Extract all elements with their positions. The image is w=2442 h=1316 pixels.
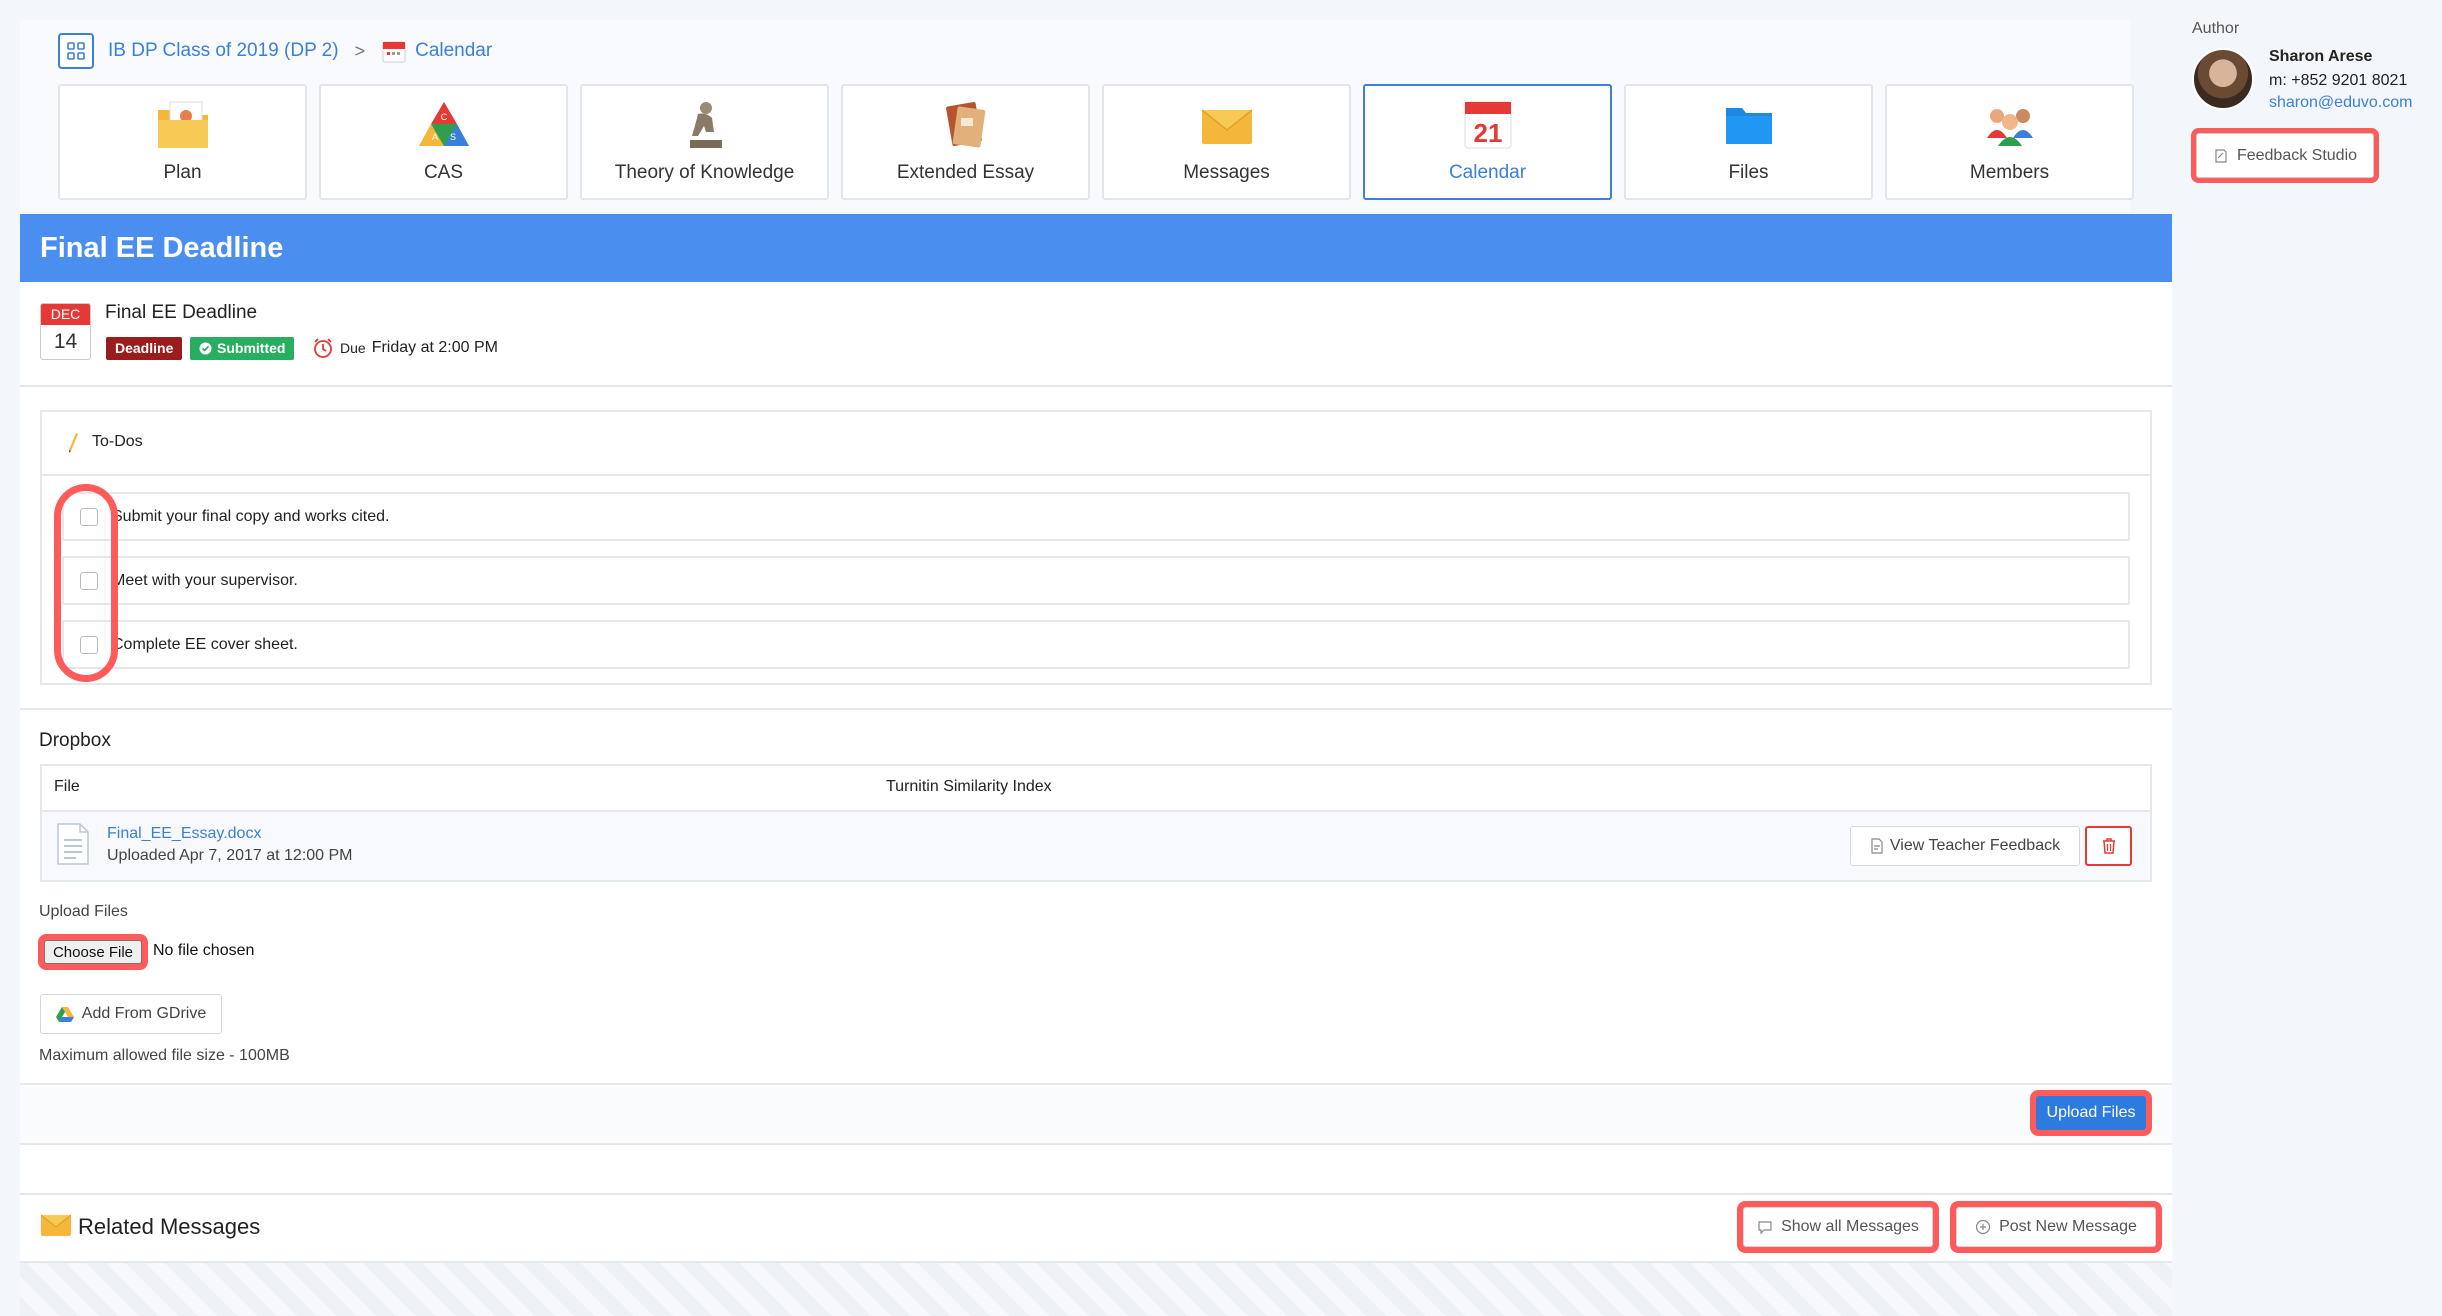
choose-file-button[interactable]: Choose File	[44, 940, 142, 964]
due-value: Friday at 2:00 PM	[371, 339, 498, 356]
tab-files[interactable]: Files	[1624, 84, 1873, 200]
show-all-messages-label: Show all Messages	[1781, 1218, 1919, 1235]
date-badge: DEC 14	[40, 303, 91, 360]
background-pattern	[20, 1263, 2172, 1316]
tab-label: Extended Essay	[896, 162, 1035, 183]
todos-header: To-Dos	[40, 410, 2152, 476]
file-name-link[interactable]: Final_EE_Essay.docx	[107, 825, 261, 843]
tab-members[interactable]: Members	[1885, 84, 2134, 200]
column-header-similarity: Turnitin Similarity Index	[886, 778, 1052, 795]
post-new-message-label: Post New Message	[1999, 1218, 2137, 1235]
plan-icon	[154, 98, 212, 152]
event-header: Final EE Deadline	[20, 214, 2172, 282]
delete-file-button[interactable]	[2085, 826, 2132, 866]
tab-label: Files	[1728, 162, 1769, 183]
pencil-icon	[69, 433, 78, 453]
book-icon	[937, 98, 995, 152]
todo-text: Complete EE cover sheet.	[112, 635, 298, 653]
google-drive-icon	[55, 1007, 74, 1022]
upload-files-label: Upload Files	[39, 903, 128, 920]
date-day: 14	[53, 330, 78, 353]
no-file-chosen-text: No file chosen	[153, 942, 255, 959]
tab-label: Theory of Knowledge	[614, 162, 795, 183]
file-upload-date: Uploaded Apr 7, 2017 at 12:00 PM	[107, 847, 353, 864]
todo-item[interactable]: Submit your final copy and works cited.	[62, 492, 2130, 541]
todo-text: Meet with your supervisor.	[112, 571, 298, 589]
tab-plan[interactable]: Plan	[58, 84, 307, 200]
calendar-icon-day: 21	[1473, 118, 1502, 148]
due-info: Due Friday at 2:00 PM	[312, 337, 498, 359]
calendar-small-icon	[382, 41, 406, 63]
view-teacher-feedback-button[interactable]: View Teacher Feedback	[1850, 826, 2080, 866]
breadcrumb-separator: >	[354, 40, 366, 61]
check-circle-icon	[199, 342, 212, 355]
author-name: Sharon Arese	[2269, 48, 2373, 65]
envelope-icon	[1198, 98, 1256, 152]
submitted-label: Submitted	[217, 340, 286, 356]
gdrive-label: Add From GDrive	[81, 1005, 207, 1022]
post-new-message-button[interactable]: Post New Message	[1956, 1207, 2156, 1247]
cas-letter-c: C	[440, 112, 447, 122]
todo-text: Submit your final copy and works cited.	[112, 507, 390, 525]
cas-icon: CA S	[415, 98, 473, 152]
table-row	[42, 812, 2150, 880]
show-all-messages-button[interactable]: Show all Messages	[1743, 1207, 1933, 1247]
dropbox-title: Dropbox	[39, 730, 111, 751]
due-label: Due	[340, 340, 366, 356]
todos-title: To-Dos	[92, 433, 143, 450]
todo-item[interactable]: Meet with your supervisor.	[62, 556, 2130, 605]
todo-item[interactable]: Complete EE cover sheet.	[62, 620, 2130, 669]
plus-circle-icon	[1975, 1219, 1991, 1235]
thinker-icon	[676, 98, 734, 152]
breadcrumb: IB DP Class of 2019 (DP 2) > Calendar	[58, 33, 492, 69]
divider	[20, 385, 2172, 387]
tab-label: Calendar	[1448, 162, 1527, 183]
tab-label: Members	[1969, 162, 2050, 183]
author-label: Author	[2192, 20, 2240, 37]
calendar-icon: 21	[1459, 98, 1517, 152]
deadline-badge: Deadline	[106, 337, 183, 360]
tab-theory-of-knowledge[interactable]: Theory of Knowledge	[580, 84, 829, 200]
event-title: Final EE Deadline	[105, 302, 258, 323]
submitted-badge: Submitted	[190, 337, 295, 360]
tab-label: Messages	[1183, 162, 1270, 183]
date-month: DEC	[41, 304, 90, 325]
feedback-doc-icon	[1871, 838, 1883, 854]
chat-bubble-icon	[1758, 1221, 1772, 1235]
author-phone: m: +852 9201 8021	[2269, 72, 2408, 89]
feedback-studio-button[interactable]: Feedback Studio	[2196, 133, 2374, 178]
tab-label: CAS	[423, 162, 464, 183]
trash-icon	[2102, 838, 2115, 854]
cas-letter-s: S	[449, 132, 455, 142]
author-email-link[interactable]: sharon@eduvo.com	[2269, 94, 2412, 112]
upload-actions-bar	[20, 1083, 2172, 1145]
author-avatar	[2192, 48, 2254, 110]
column-header-file: File	[54, 778, 80, 795]
feedback-icon	[2215, 148, 2227, 163]
file-table-header	[40, 764, 2152, 812]
folder-icon	[1720, 98, 1778, 152]
tab-label: Plan	[163, 162, 202, 183]
tab-extended-essay[interactable]: Extended Essay	[841, 84, 1090, 200]
max-file-size-note: Maximum allowed file size - 100MB	[39, 1047, 290, 1064]
members-icon	[1981, 98, 2039, 152]
apps-grid-icon[interactable]	[58, 33, 94, 69]
upload-files-button[interactable]: Upload Files	[2036, 1096, 2146, 1130]
alarm-clock-icon	[314, 338, 332, 358]
tab-cas[interactable]: CAS CAS	[319, 84, 568, 200]
tab-calendar[interactable]: 21 Calendar	[1363, 84, 1612, 200]
related-messages-title: Related Messages	[78, 1214, 261, 1239]
tab-messages[interactable]: Messages	[1102, 84, 1351, 200]
breadcrumb-current[interactable]: Calendar	[415, 40, 492, 62]
checkbox-highlight-annotation	[54, 484, 118, 682]
module-tabs: Plan CAS CAS Theory of Knowledge Extende…	[58, 84, 2134, 200]
add-from-gdrive-button[interactable]: Add From GDrive	[40, 994, 222, 1034]
cas-letter-a: A	[431, 132, 437, 142]
document-icon	[57, 823, 89, 865]
view-feedback-label: View Teacher Feedback	[1889, 837, 2061, 854]
breadcrumb-class-link[interactable]: IB DP Class of 2019 (DP 2)	[108, 40, 339, 62]
envelope-icon	[40, 1214, 72, 1236]
divider	[20, 708, 2172, 710]
feedback-studio-label: Feedback Studio	[2236, 146, 2358, 164]
